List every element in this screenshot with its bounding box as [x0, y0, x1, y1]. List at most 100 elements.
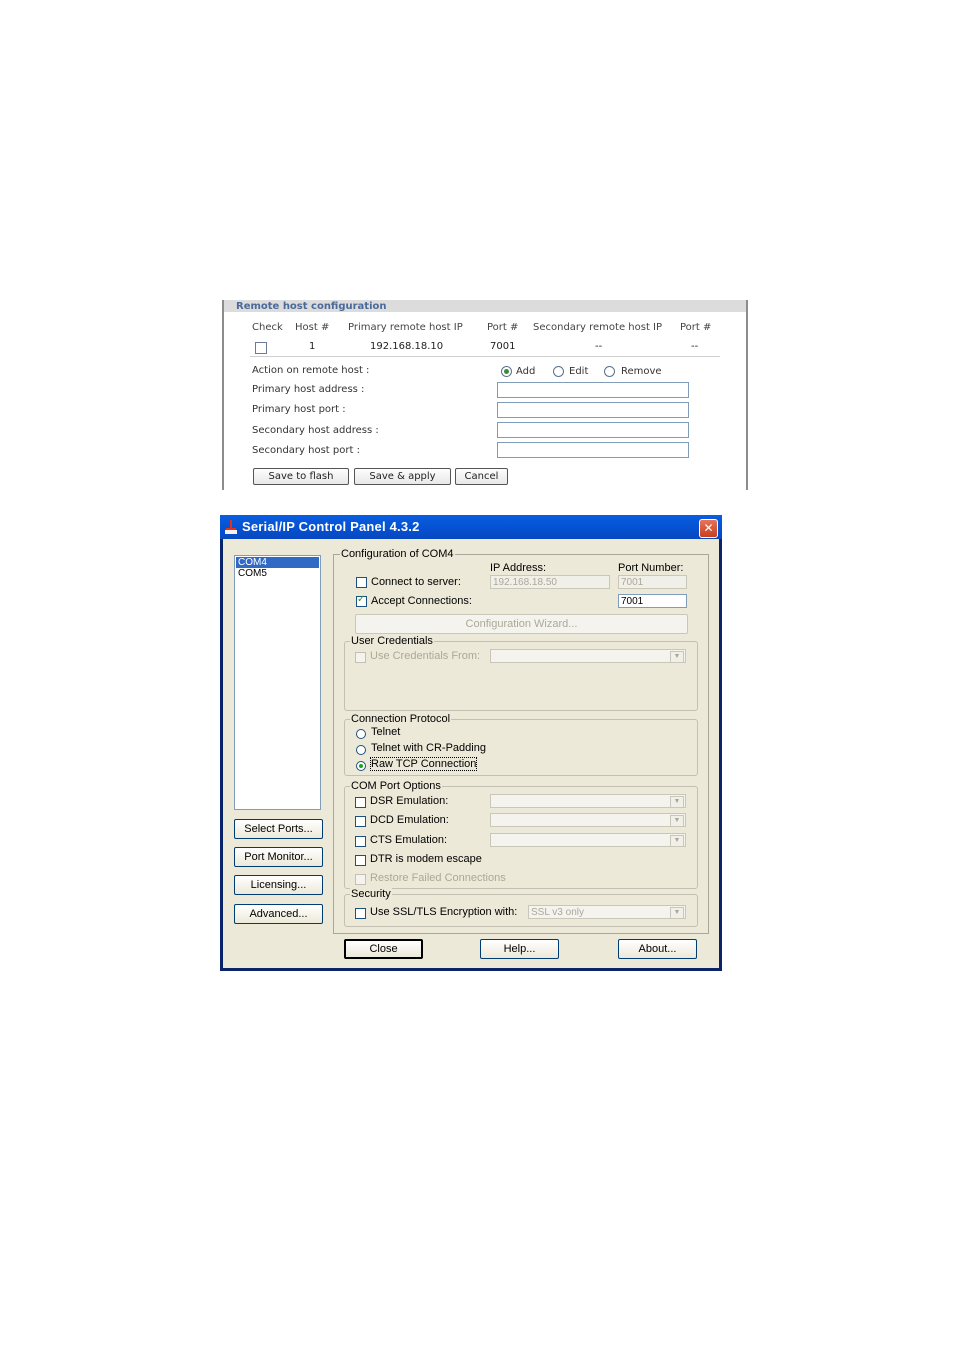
server-ip-input[interactable]: 192.168.18.50 — [490, 575, 610, 589]
radio-edit[interactable] — [553, 366, 564, 377]
connect-to-server-label: Connect to server: — [371, 576, 461, 588]
dcd-emulation-dropdown[interactable]: ▼ — [490, 813, 686, 827]
title-bar[interactable]: Serial/IP Control Panel 4.3.2 ✕ — [220, 515, 722, 539]
cell-host-number: 1 — [309, 341, 316, 352]
radio-remove-label: Remove — [621, 366, 662, 377]
security-title: Security — [350, 888, 392, 900]
port-list[interactable]: COM4 COM5 — [234, 555, 321, 810]
dtr-modem-escape-label: DTR is modem escape — [370, 853, 482, 865]
restore-connections-checkbox[interactable] — [355, 874, 366, 885]
cts-emulation-label: CTS Emulation: — [370, 834, 448, 846]
row-select-checkbox[interactable] — [255, 342, 267, 354]
chevron-down-icon: ▼ — [670, 907, 684, 919]
protocol-telnet-label: Telnet — [371, 726, 401, 738]
ssl-version-value: SSL v3 only — [531, 907, 584, 918]
about-button[interactable]: About... — [618, 939, 697, 959]
com-port-options-title: COM Port Options — [350, 780, 442, 792]
radio-add-label: Add — [516, 366, 536, 377]
user-credentials-group: User Credentials Use Credentials From: ▼ — [344, 635, 698, 711]
com-port-options-group: COM Port Options DSR Emulation: ▼ DCD Em… — [344, 780, 698, 889]
window-body: COM4 COM5 Select Ports... Port Monitor..… — [223, 539, 719, 968]
ip-address-label: IP Address: — [490, 562, 547, 574]
column-header-check: Check — [252, 322, 283, 333]
protocol-raw-tcp-radio[interactable] — [356, 761, 366, 771]
ssl-encryption-checkbox[interactable] — [355, 908, 366, 919]
window-title: Serial/IP Control Panel 4.3.2 — [242, 519, 420, 534]
dsr-emulation-dropdown[interactable]: ▼ — [490, 794, 686, 808]
port-number-label: Port Number: — [618, 562, 684, 574]
column-header-host: Host # — [295, 322, 330, 333]
protocol-raw-tcp-label: Raw TCP Connection — [369, 757, 478, 771]
user-credentials-title: User Credentials — [350, 635, 434, 647]
ssl-version-dropdown[interactable]: SSL v3 only ▼ — [528, 905, 686, 919]
column-header-secondary-ip: Secondary remote host IP — [533, 322, 663, 333]
chevron-down-icon: ▼ — [670, 651, 684, 663]
configuration-wizard-button[interactable]: Configuration Wizard... — [355, 614, 688, 634]
accept-connections-label: Accept Connections: — [371, 595, 472, 607]
connection-protocol-title: Connection Protocol — [350, 713, 452, 725]
dtr-modem-escape-checkbox[interactable] — [355, 855, 366, 866]
column-header-port: Port # — [487, 322, 519, 333]
port-monitor-button[interactable]: Port Monitor... — [234, 847, 323, 867]
primary-port-label: Primary host port : — [252, 404, 346, 415]
select-ports-button[interactable]: Select Ports... — [234, 819, 323, 839]
radio-remove[interactable] — [604, 366, 615, 377]
ssl-encryption-label: Use SSL/TLS Encryption with: — [370, 906, 518, 918]
cts-emulation-checkbox[interactable] — [355, 836, 366, 847]
secondary-port-input[interactable] — [497, 442, 689, 458]
secondary-port-label: Secondary host port : — [252, 445, 360, 456]
secondary-address-input[interactable] — [497, 422, 689, 438]
app-icon — [225, 520, 237, 534]
serial-ip-window: Serial/IP Control Panel 4.3.2 ✕ COM4 COM… — [220, 515, 722, 971]
table-divider — [250, 356, 720, 357]
accept-port-input[interactable]: 7001 — [618, 594, 687, 608]
port-list-item[interactable]: COM4 — [236, 557, 319, 568]
cell-port: 7001 — [490, 341, 516, 352]
close-button[interactable]: Close — [344, 939, 423, 959]
close-icon[interactable]: ✕ — [699, 519, 718, 538]
cancel-button[interactable]: Cancel — [455, 468, 508, 485]
radio-add[interactable] — [501, 366, 512, 377]
connect-to-server-checkbox[interactable] — [356, 577, 367, 588]
remote-host-config-panel: Remote host configuration Check Host # P… — [222, 300, 748, 490]
accept-connections-checkbox[interactable] — [356, 594, 367, 607]
cell-secondary-ip: -- — [595, 341, 603, 352]
credentials-dropdown[interactable]: ▼ — [490, 649, 686, 663]
server-port-input[interactable]: 7001 — [618, 575, 687, 589]
configuration-pane: Configuration of COM4 IP Address: Port N… — [333, 548, 709, 934]
port-list-item[interactable]: COM5 — [236, 568, 319, 579]
cell-primary-ip: 192.168.18.10 — [370, 341, 444, 352]
secondary-address-label: Secondary host address : — [252, 425, 379, 436]
advanced-button[interactable]: Advanced... — [234, 904, 323, 924]
protocol-telnet-radio[interactable] — [356, 729, 366, 739]
dcd-emulation-label: DCD Emulation: — [370, 814, 449, 826]
column-header-secondary-port: Port # — [680, 322, 712, 333]
connection-protocol-group: Connection Protocol Telnet Telnet with C… — [344, 713, 698, 776]
cts-emulation-dropdown[interactable]: ▼ — [490, 833, 686, 847]
panel-title: Remote host configuration — [236, 301, 387, 312]
chevron-down-icon: ▼ — [670, 815, 684, 827]
save-to-flash-button[interactable]: Save to flash — [253, 468, 349, 485]
primary-port-input[interactable] — [497, 402, 689, 418]
licensing-button[interactable]: Licensing... — [234, 875, 323, 895]
help-button[interactable]: Help... — [480, 939, 559, 959]
dsr-emulation-label: DSR Emulation: — [370, 795, 449, 807]
dsr-emulation-checkbox[interactable] — [355, 797, 366, 808]
chevron-down-icon: ▼ — [670, 796, 684, 808]
chevron-down-icon: ▼ — [670, 835, 684, 847]
save-apply-button[interactable]: Save & apply — [354, 468, 451, 485]
primary-address-input[interactable] — [497, 382, 689, 398]
restore-connections-label: Restore Failed Connections — [370, 872, 506, 884]
protocol-telnet-cr-label: Telnet with CR-Padding — [371, 742, 486, 754]
protocol-telnet-cr-radio[interactable] — [356, 745, 366, 755]
panel-title-bar: Remote host configuration — [224, 300, 746, 312]
radio-edit-label: Edit — [569, 366, 589, 377]
dcd-emulation-checkbox[interactable] — [355, 816, 366, 827]
primary-address-label: Primary host address : — [252, 384, 365, 395]
configuration-group-title: Configuration of COM4 — [340, 548, 455, 560]
column-header-primary-ip: Primary remote host IP — [348, 322, 463, 333]
use-credentials-label: Use Credentials From: — [370, 650, 481, 662]
use-credentials-checkbox[interactable] — [355, 652, 366, 663]
cell-secondary-port: -- — [691, 341, 699, 352]
security-group: Security Use SSL/TLS Encryption with: SS… — [344, 888, 698, 927]
